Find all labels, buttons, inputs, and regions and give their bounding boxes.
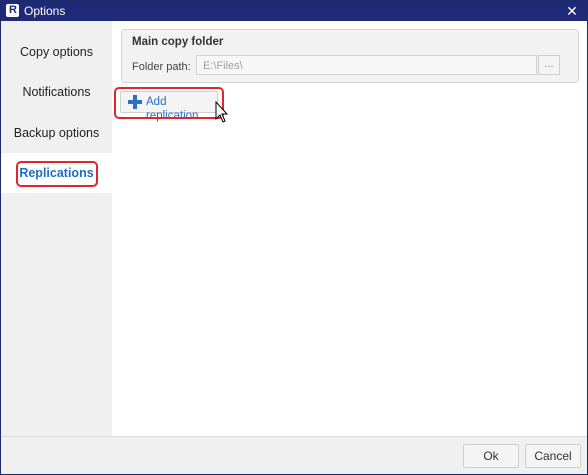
dialog-footer: Ok Cancel (1, 436, 587, 474)
sidebar: Copy options Notifications Backup option… (1, 21, 112, 436)
content-pane: Main copy folder Folder path: E:\Files\ … (112, 21, 587, 436)
browse-button[interactable]: ... (538, 55, 560, 75)
add-replication-label: Add replication (146, 96, 199, 122)
sidebar-item-replications[interactable]: Replications (1, 153, 112, 193)
close-button[interactable]: ✕ (557, 1, 587, 21)
sidebar-item-copy-options[interactable]: Copy options (1, 32, 112, 72)
sidebar-item-notifications[interactable]: Notifications (1, 72, 112, 112)
sidebar-item-backup-options[interactable]: Backup options (1, 113, 112, 153)
app-icon-letter: R (9, 4, 17, 16)
folder-path-input[interactable]: E:\Files\ (196, 55, 537, 75)
title-bar: R Options ✕ (1, 1, 587, 21)
app-icon: R (6, 4, 19, 17)
group-title: Main copy folder (132, 36, 224, 48)
add-replication-button[interactable]: Add replication (120, 91, 218, 122)
cancel-button[interactable]: Cancel (525, 444, 581, 468)
main-copy-folder-group: Main copy folder Folder path: E:\Files\ … (121, 29, 579, 83)
ok-button[interactable]: Ok (463, 444, 519, 468)
plus-icon (128, 95, 142, 109)
window-title: Options (24, 4, 66, 18)
mouse-cursor-icon (215, 101, 229, 123)
folder-path-label: Folder path: (132, 61, 191, 73)
close-icon: ✕ (566, 3, 578, 19)
options-window: R Options ✕ Copy options Notifications B… (0, 0, 588, 475)
